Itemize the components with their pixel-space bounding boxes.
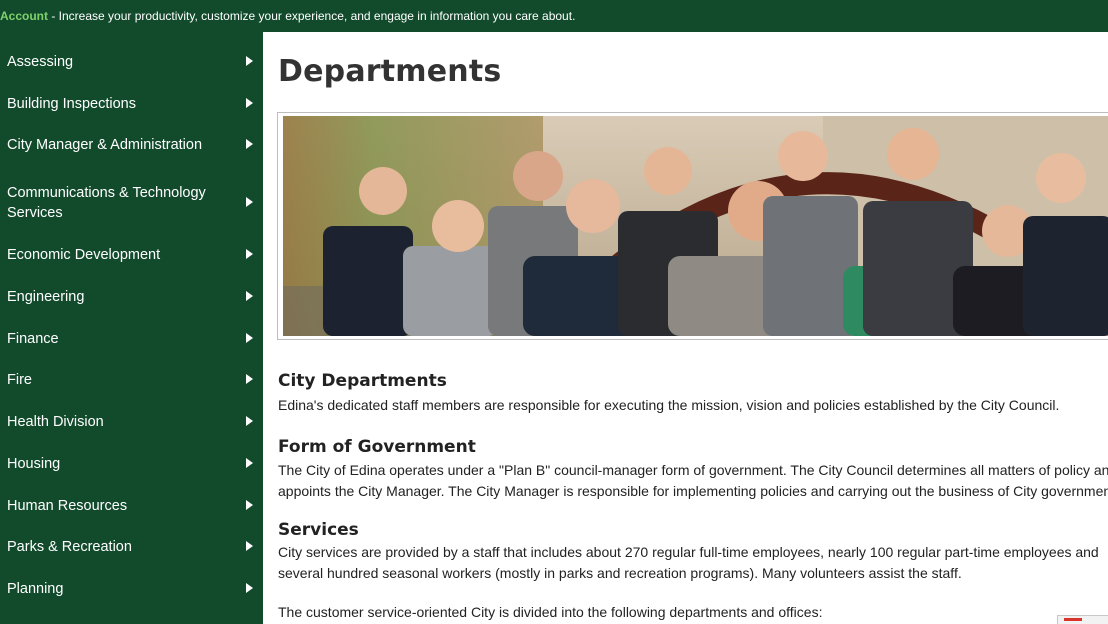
triangle-right-icon (246, 56, 253, 66)
sidebar-item-label: Communications & Technology Services (7, 185, 206, 221)
page-title: Departments (278, 54, 502, 89)
triangle-right-icon (246, 374, 253, 384)
triangle-right-icon (246, 333, 253, 343)
section-heading-form-of-government: Form of Government (278, 437, 476, 457)
staff-group-photo-illustration (283, 116, 1108, 336)
triangle-right-icon (246, 458, 253, 468)
triangle-right-icon (246, 249, 253, 259)
sidebar-item-housing[interactable]: Housing (0, 454, 263, 474)
staff-photo (277, 112, 1108, 340)
sidebar-item-finance[interactable]: Finance (0, 329, 263, 349)
triangle-right-icon (246, 139, 253, 149)
section-text-city-departments: Edina's dedicated staff members are resp… (278, 397, 1060, 413)
sidebar-item-building-inspections[interactable]: Building Inspections (0, 94, 263, 114)
main-content: Departments City Departments Edina's ded… (263, 32, 1108, 624)
sidebar-item-city-manager[interactable]: City Manager & Administration (0, 135, 263, 155)
departments-intro-text: The customer service-oriented City is di… (278, 604, 823, 620)
sidebar-item-fire[interactable]: Fire (0, 370, 263, 390)
sidebar-item-label: Housing (7, 456, 61, 472)
sidebar-item-economic-development[interactable]: Economic Development (0, 245, 263, 265)
sidebar-item-label: Health Division (7, 414, 104, 430)
triangle-right-icon (246, 98, 253, 108)
sidebar-item-label: Engineering (7, 289, 85, 305)
floating-widget-corner[interactable] (1057, 615, 1108, 624)
sidebar-item-human-resources[interactable]: Human Resources (0, 496, 263, 516)
section-text-form-of-government-line2: appoints the City Manager. The City Mana… (278, 483, 1108, 499)
sidebar-item-label: Planning (7, 581, 64, 597)
section-text-form-of-government-line1: The City of Edina operates under a "Plan… (278, 462, 1108, 478)
sidebar-item-label: Economic Development (7, 247, 161, 263)
section-heading-services: Services (278, 520, 359, 540)
account-link[interactable]: Account (0, 9, 48, 23)
section-text-services-line1: City services are provided by a staff th… (278, 544, 1099, 560)
sidebar-item-label: City Manager & Administration (7, 137, 203, 153)
top-account-bar: Account - Increase your productivity, cu… (0, 0, 1108, 32)
sidebar-item-label: Parks & Recreation (7, 539, 132, 555)
triangle-right-icon (246, 197, 253, 207)
triangle-right-icon (246, 291, 253, 301)
section-heading-city-departments: City Departments (278, 371, 447, 391)
sidebar-item-label: Human Resources (7, 498, 128, 514)
departments-sidebar: Assessing Building Inspections City Mana… (0, 32, 263, 624)
sidebar-item-assessing[interactable]: Assessing (0, 52, 263, 72)
sidebar-item-label: Fire (7, 372, 32, 388)
triangle-right-icon (246, 541, 253, 551)
sidebar-item-parks-recreation[interactable]: Parks & Recreation (0, 537, 263, 557)
triangle-right-icon (246, 416, 253, 426)
section-text-services-line2: several hundred seasonal workers (mostly… (278, 565, 962, 581)
account-message: - Increase your productivity, customize … (48, 9, 576, 23)
sidebar-item-communications-technology[interactable]: Communications & Technology Services (0, 183, 263, 223)
sidebar-item-label: Assessing (7, 54, 74, 70)
triangle-right-icon (246, 500, 253, 510)
sidebar-item-engineering[interactable]: Engineering (0, 287, 263, 307)
triangle-right-icon (246, 583, 253, 593)
widget-stripe (1064, 618, 1082, 621)
sidebar-item-label: Finance (7, 331, 59, 347)
sidebar-item-label: Building Inspections (7, 96, 136, 112)
sidebar-item-health-division[interactable]: Health Division (0, 412, 263, 432)
sidebar-item-planning[interactable]: Planning (0, 579, 263, 599)
